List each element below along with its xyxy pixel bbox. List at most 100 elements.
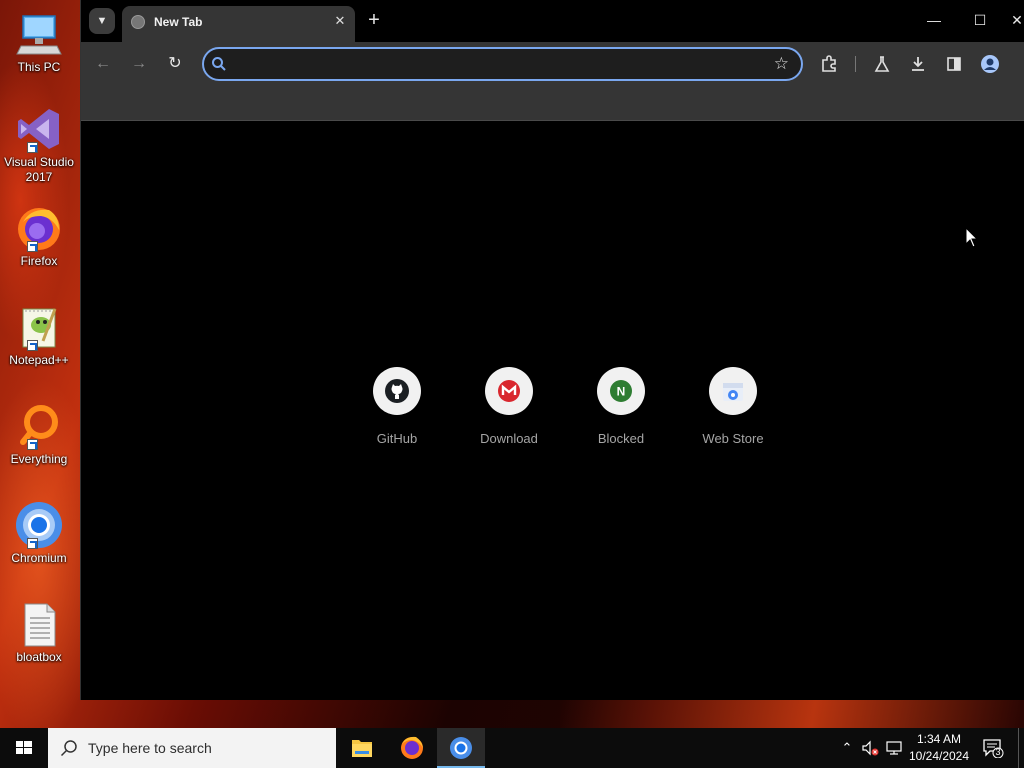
labs-button[interactable] — [870, 52, 894, 76]
globe-icon — [131, 15, 145, 29]
tab-title: New Tab — [154, 15, 203, 29]
close-window-button[interactable]: ✕ — [1009, 8, 1024, 32]
new-tab-button[interactable]: + — [363, 9, 385, 31]
firefox-icon — [15, 204, 63, 252]
shortcut-tile-blocked[interactable]: N Blocked — [576, 367, 666, 446]
web-store-icon — [709, 367, 757, 415]
desktop-icon-chromium[interactable]: Chromium — [0, 501, 78, 566]
shortcut-tile-download[interactable]: Download — [464, 367, 554, 446]
close-tab-icon[interactable]: ✕ — [331, 12, 349, 30]
shortcut-label: Download — [480, 431, 538, 446]
taskbar-file-explorer[interactable] — [338, 728, 386, 768]
n-letter-icon: N — [597, 367, 645, 415]
desktop-icon-label: Visual Studio 2017 — [4, 155, 74, 184]
network-icon — [886, 741, 902, 755]
clock-date: 10/24/2024 — [908, 749, 970, 763]
close-icon: ✕ — [1011, 12, 1023, 28]
taskbar-search-placeholder: Type here to search — [88, 740, 212, 756]
volume-button[interactable] — [861, 738, 879, 758]
action-center-button[interactable]: 3 — [982, 738, 1004, 759]
desktop-icon-notepad-plus-plus[interactable]: Notepad++ — [0, 303, 78, 368]
download-icon — [912, 57, 924, 71]
desktop-icon-label: Everything — [10, 452, 68, 466]
taskbar-firefox[interactable] — [388, 728, 436, 768]
taskbar: Type here to search ⌃ 1:34 AM 10/24/2024… — [0, 728, 1024, 768]
chevron-down-icon: ▼ — [96, 15, 108, 27]
taskbar-clock[interactable]: 1:34 AM 10/24/2024 — [904, 731, 974, 765]
search-icon — [212, 57, 226, 71]
maximize-icon: ☐ — [973, 12, 987, 28]
shortcut-arrow-icon — [27, 340, 38, 351]
address-bar[interactable]: ☆ — [202, 47, 803, 81]
notepad-plus-plus-icon — [15, 303, 63, 351]
reload-icon: ↻ — [168, 55, 182, 72]
start-button[interactable] — [0, 728, 48, 768]
show-desktop-button[interactable] — [1018, 728, 1019, 768]
github-icon — [373, 367, 421, 415]
side-panel-button[interactable] — [942, 52, 966, 76]
desktop-icon-firefox[interactable]: Firefox — [0, 204, 78, 269]
desktop-icon-label: bloatbox — [16, 650, 62, 664]
shortcut-label: Blocked — [597, 431, 645, 446]
extensions-button[interactable] — [817, 52, 841, 76]
shortcut-arrow-icon — [27, 439, 38, 450]
taskbar-chromium[interactable] — [437, 728, 485, 768]
downloads-button[interactable] — [906, 52, 930, 76]
taskbar-search-box[interactable]: Type here to search — [48, 728, 336, 768]
toolbar-divider — [855, 56, 856, 72]
arrow-left-icon: ← — [95, 55, 111, 72]
browser-window: ▼ New Tab ✕ + — ☐ ✕ ← → ↻ ☆ GitHub Downl… — [80, 0, 1024, 700]
chromium-icon — [450, 737, 472, 759]
mega-icon — [485, 367, 533, 415]
visual-studio-icon — [15, 105, 63, 153]
mouse-cursor-icon — [965, 227, 979, 248]
everything-icon — [15, 402, 63, 450]
svg-text:N: N — [617, 385, 626, 399]
shortcut-arrow-icon — [27, 241, 38, 252]
tab-new-tab[interactable]: New Tab ✕ — [122, 6, 355, 42]
new-tab-page: GitHub Download N Blocked Web Store — [81, 122, 1024, 700]
windows-logo-icon — [16, 741, 32, 754]
flask-icon — [874, 56, 890, 72]
shortcut-label: GitHub — [376, 431, 418, 446]
reload-button[interactable]: ↻ — [163, 52, 187, 76]
search-icon — [60, 740, 77, 757]
forward-button[interactable]: → — [127, 52, 151, 76]
profile-button[interactable] — [978, 52, 1002, 76]
arrow-right-icon: → — [131, 55, 147, 72]
desktop-icon-this-pc[interactable]: This PC — [0, 10, 78, 75]
maximize-button[interactable]: ☐ — [965, 8, 995, 32]
desktop-icons: This PC Visual Studio 2017 Firefox Notep… — [0, 0, 80, 700]
notification-count: 3 — [995, 747, 1001, 757]
desktop-icon-visual-studio[interactable]: Visual Studio 2017 — [0, 105, 78, 185]
folder-icon — [352, 740, 372, 757]
chevron-up-icon: ⌃ — [841, 740, 853, 755]
tab-search-button[interactable]: ▼ — [89, 8, 115, 34]
network-button[interactable] — [885, 738, 903, 758]
plus-icon: + — [368, 9, 380, 31]
desktop-icon-label: Chromium — [11, 551, 67, 565]
side-panel-icon — [947, 57, 961, 71]
shortcut-tile-web-store[interactable]: Web Store — [688, 367, 778, 446]
chromium-icon — [15, 501, 63, 549]
volume-muted-icon — [862, 740, 879, 756]
puzzle-icon — [822, 55, 836, 72]
show-hidden-icons-button[interactable]: ⌃ — [838, 738, 856, 758]
shortcut-arrow-icon — [27, 142, 38, 153]
browser-toolbar: ← → ↻ ☆ — [81, 42, 1024, 86]
wallpaper-streak — [560, 700, 1020, 728]
back-button[interactable]: ← — [91, 52, 115, 76]
desktop-icon-label: Firefox — [20, 254, 58, 268]
this-pc-icon — [15, 10, 63, 58]
desktop-icon-bloatbox[interactable]: bloatbox — [0, 600, 78, 665]
minimize-button[interactable]: — — [919, 8, 949, 32]
shortcut-tile-github[interactable]: GitHub — [352, 367, 442, 446]
bookmarks-bar — [81, 86, 1024, 121]
clock-time: 1:34 AM — [916, 732, 962, 746]
profile-avatar-icon — [981, 55, 999, 73]
desktop-icon-label: Notepad++ — [9, 353, 69, 367]
text-file-icon — [15, 600, 63, 648]
desktop-icon-label: This PC — [17, 60, 61, 74]
bookmark-star-icon[interactable]: ☆ — [774, 54, 789, 74]
desktop-icon-everything[interactable]: Everything — [0, 402, 78, 467]
